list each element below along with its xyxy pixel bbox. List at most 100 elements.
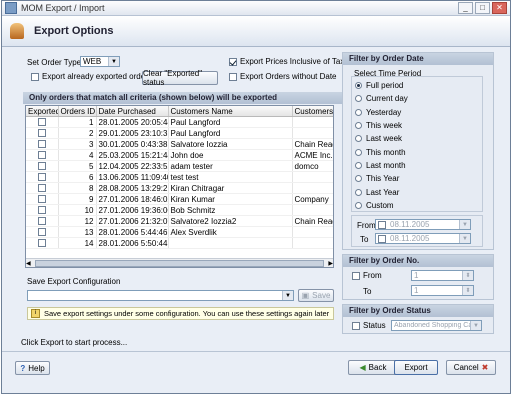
back-button[interactable]: ◀ Back — [348, 360, 398, 375]
radio-custom[interactable]: Custom — [355, 199, 482, 212]
cell-company: Chain Reac — [292, 138, 333, 150]
table-row[interactable]: 1 28.01.2005 20:05:44 Paul Langford — [26, 116, 333, 128]
save-button[interactable]: ▣ Save — [298, 289, 334, 302]
table-row[interactable]: 6 13.06.2005 11:09:40 test test — [26, 171, 333, 183]
scroll-left-icon[interactable]: ◀ — [26, 260, 31, 267]
row-exported-checkbox[interactable] — [37, 239, 46, 248]
table-row[interactable]: 10 27.01.2006 19:36:00 Bob Schmitz — [26, 204, 333, 216]
row-exported-checkbox[interactable] — [37, 184, 46, 193]
cell-date: 28.01.2006 5:44:46 — [96, 226, 169, 238]
radio-current-day[interactable]: Current day — [355, 92, 482, 105]
radio-button[interactable] — [355, 188, 362, 196]
from-date-value: 08.11.2005 — [390, 220, 430, 229]
status-checkbox[interactable] — [352, 321, 360, 330]
without-date-checkbox[interactable] — [229, 72, 237, 81]
radio-button[interactable] — [355, 175, 362, 183]
table-row[interactable]: 13 28.01.2006 5:44:46 Alex Sverdlik — [26, 226, 333, 238]
export-already-checkbox[interactable] — [31, 72, 39, 81]
horizontal-scrollbar[interactable]: ◀ ▶ — [26, 258, 333, 267]
row-exported-checkbox[interactable] — [37, 173, 46, 182]
row-exported-checkbox[interactable] — [37, 217, 46, 226]
radio-this-week[interactable]: This week — [355, 119, 482, 132]
cell-date: 25.03.2005 15:21:44 — [96, 149, 169, 161]
order-no-to-stepper[interactable]: 1 ⬍ — [411, 285, 474, 296]
row-exported-checkbox[interactable] — [37, 140, 46, 149]
col-customers-name[interactable]: Customers Name — [168, 106, 293, 117]
table-row[interactable]: 3 30.01.2005 0:43:38 Salvatore Iozzia Chain… — [26, 138, 333, 150]
from-date-checkbox[interactable] — [378, 220, 386, 229]
table-row[interactable]: 9 27.01.2006 18:46:02 Kiran Kumar Company — [26, 193, 333, 205]
row-exported-checkbox[interactable] — [37, 228, 46, 237]
table-row[interactable]: 14 28.01.2006 5:50:44 — [26, 237, 333, 249]
row-exported-checkbox[interactable] — [37, 206, 46, 215]
radio-full-period[interactable]: Full period — [355, 79, 482, 92]
radio-button[interactable] — [355, 95, 362, 103]
clear-exported-button[interactable]: Clear "Exported" status — [142, 69, 218, 87]
export-already-option[interactable]: Export already exported orders — [31, 72, 152, 81]
radio-label: Last Year — [366, 187, 400, 197]
to-date-picker[interactable]: 08.11.2005 ▼ — [375, 233, 471, 244]
chevron-down-icon[interactable]: ▼ — [282, 291, 293, 300]
without-date-option[interactable]: Export Orders without Date — [229, 72, 336, 81]
prices-incl-tax-option[interactable]: Export Prices Inclusive of Tax — [229, 57, 344, 66]
status-select[interactable]: Abandoned Shopping Cart ▼ — [391, 320, 482, 331]
col-orders-id[interactable]: Orders ID — [58, 106, 97, 117]
filter-status-title: Filter by Order Status — [343, 305, 493, 317]
maximize-icon[interactable]: □ — [475, 2, 490, 14]
table-row[interactable]: 2 29.01.2005 23:10:31 Paul Langford — [26, 127, 333, 139]
cancel-button[interactable]: Cancel ✖ — [446, 360, 496, 375]
table-row[interactable]: 5 12.04.2005 22:33:52 adam tester domco — [26, 160, 333, 172]
close-icon[interactable]: ✕ — [492, 2, 507, 14]
radio-this-month[interactable]: This month — [355, 145, 482, 158]
radio-yesterday[interactable]: Yesterday — [355, 106, 482, 119]
calendar-dropdown-icon[interactable]: ▼ — [459, 234, 470, 243]
order-no-from-option[interactable]: From — [352, 271, 382, 280]
radio-last-year[interactable]: Last Year — [355, 185, 482, 198]
col-exported[interactable]: Exported — [26, 106, 59, 117]
scrollbar-thumb[interactable] — [34, 259, 325, 267]
col-customers-company[interactable]: Customers — [292, 106, 333, 117]
table-row[interactable]: 4 25.03.2005 15:21:44 John doe ACME Inc. — [26, 149, 333, 161]
minimize-icon[interactable]: _ — [458, 2, 473, 14]
table-row[interactable]: 8 28.08.2005 13:29:21 Kiran Chitragar — [26, 182, 333, 194]
order-type-select[interactable]: WEB ▼ — [80, 56, 120, 67]
row-exported-checkbox[interactable] — [37, 151, 46, 160]
radio-label: Yesterday — [366, 107, 402, 117]
spinner-icon[interactable]: ⬍ — [462, 286, 473, 295]
prices-incl-tax-checkbox[interactable] — [229, 57, 237, 66]
chevron-down-icon[interactable]: ▼ — [108, 57, 119, 66]
order-no-checkbox[interactable] — [352, 271, 360, 280]
save-config-select[interactable]: ▼ — [27, 290, 294, 301]
row-exported-checkbox[interactable] — [37, 118, 46, 127]
radio-button[interactable] — [355, 108, 362, 116]
cell-company: ACME Inc. — [292, 149, 333, 161]
chevron-down-icon[interactable]: ▼ — [470, 321, 481, 330]
from-date-label: From — [357, 221, 376, 230]
radio-button[interactable] — [355, 201, 362, 209]
radio-button[interactable] — [355, 82, 362, 90]
radio-button[interactable] — [355, 148, 362, 156]
table-row[interactable]: 12 27.01.2006 21:32:07 Salvatore2 Iozzia2 C… — [26, 215, 333, 227]
row-exported-checkbox[interactable] — [37, 129, 46, 138]
order-no-from-stepper[interactable]: 1 ⬍ — [411, 270, 474, 281]
calendar-dropdown-icon[interactable]: ▼ — [459, 220, 470, 229]
orders-grid[interactable]: Exported Orders ID Date Purchased Custom… — [25, 105, 334, 268]
cell-company — [292, 127, 333, 139]
radio-button[interactable] — [355, 135, 362, 143]
radio-last-week[interactable]: Last week — [355, 132, 482, 145]
row-exported-checkbox[interactable] — [37, 195, 46, 204]
col-date-purchased[interactable]: Date Purchased — [96, 106, 169, 117]
help-button[interactable]: ? Help — [15, 361, 50, 375]
radio-button[interactable] — [355, 161, 362, 169]
radio-button[interactable] — [355, 122, 362, 130]
export-button[interactable]: Export — [394, 360, 438, 375]
status-option[interactable]: Status — [352, 321, 386, 330]
row-exported-checkbox[interactable] — [37, 162, 46, 171]
cell-date: 28.08.2005 13:29:21 — [96, 182, 169, 194]
radio-last-month[interactable]: Last month — [355, 159, 482, 172]
radio-this-year[interactable]: This Year — [355, 172, 482, 185]
scroll-right-icon[interactable]: ▶ — [328, 260, 333, 267]
spinner-icon[interactable]: ⬍ — [462, 271, 473, 280]
from-date-picker[interactable]: 08.11.2005 ▼ — [375, 219, 471, 230]
to-date-checkbox[interactable] — [378, 234, 386, 243]
